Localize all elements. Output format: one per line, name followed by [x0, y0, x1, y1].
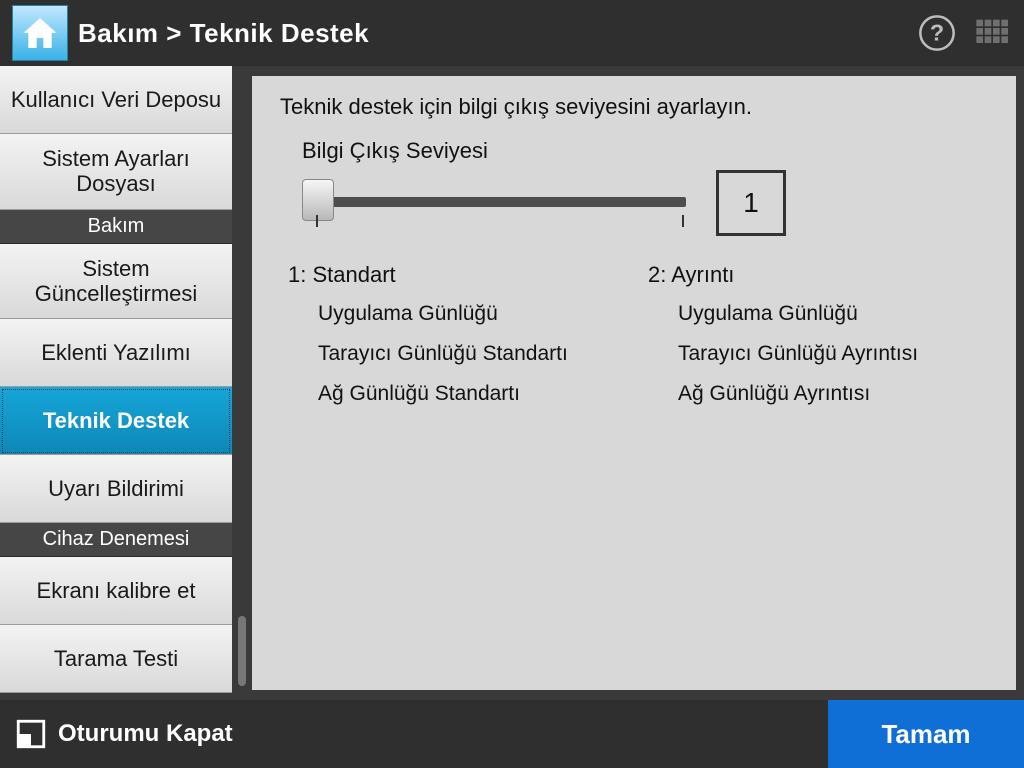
sidebar-header-label: Bakım	[88, 215, 145, 238]
level-1-item: Ağ Günlüğü Standartı	[318, 382, 628, 406]
slider-track	[316, 197, 686, 207]
level-1-column: 1: Standart Uygulama Günlüğü Tarayıcı Gü…	[288, 262, 628, 422]
level-1-title: 1: Standart	[288, 262, 628, 288]
ok-label: Tamam	[881, 719, 970, 750]
app-footer: Oturumu Kapat Tamam	[0, 700, 1024, 768]
sidebar-header-label: Cihaz Denemesi	[43, 528, 190, 551]
logoff-button[interactable]: Oturumu Kapat	[0, 700, 260, 768]
sidebar-item-label: Teknik Destek	[43, 408, 189, 433]
info-level-slider[interactable]	[302, 173, 690, 233]
sidebar-item-label: Kullanıcı Veri Deposu	[11, 87, 221, 112]
slider-tick	[682, 215, 684, 227]
ok-button[interactable]: Tamam	[828, 700, 1024, 768]
home-button[interactable]	[12, 5, 68, 61]
level-1-item: Uygulama Günlüğü	[318, 302, 628, 326]
level-2-item: Tarayıcı Günlüğü Ayrıntısı	[678, 342, 988, 366]
sidebar-item-system-settings-file[interactable]: Sistem Ayarları Dosyası	[0, 134, 232, 210]
main-panel: Teknik destek için bilgi çıkış seviyesin…	[252, 76, 1016, 690]
logoff-label: Oturumu Kapat	[58, 720, 233, 748]
breadcrumb: Bakım > Teknik Destek	[78, 18, 912, 49]
sidebar-item-label: Uyarı Bildirimi	[48, 476, 184, 501]
slider-value: 1	[743, 187, 759, 219]
sidebar-item-tech-support[interactable]: Teknik Destek	[0, 387, 232, 455]
slider-value-box: 1	[716, 170, 786, 236]
sidebar-scrollbar[interactable]	[232, 66, 252, 700]
app-header: Bakım > Teknik Destek ?	[0, 0, 1024, 66]
sidebar-item-label: Eklenti Yazılımı	[41, 340, 191, 365]
home-icon	[20, 13, 60, 53]
sidebar-header-device-test: Cihaz Denemesi	[0, 523, 232, 557]
sidebar-item-alert-notification[interactable]: Uyarı Bildirimi	[0, 455, 232, 523]
sidebar-item-label: Sistem Ayarları Dosyası	[6, 146, 226, 197]
slider-thumb[interactable]	[302, 179, 334, 221]
level-2-item: Uygulama Günlüğü	[678, 302, 988, 326]
keyboard-button[interactable]	[968, 8, 1018, 58]
sidebar-item-calibrate-screen[interactable]: Ekranı kalibre et	[0, 557, 232, 625]
level-2-column: 2: Ayrıntı Uygulama Günlüğü Tarayıcı Gün…	[648, 262, 988, 422]
sidebar-item-scan-test[interactable]: Tarama Testi	[0, 625, 232, 693]
sidebar-item-label: Ekranı kalibre et	[37, 578, 196, 603]
sidebar-item-user-data-store[interactable]: Kullanıcı Veri Deposu	[0, 66, 232, 134]
help-button[interactable]: ?	[912, 8, 962, 58]
sidebar-item-label: Sistem Güncelleştirmesi	[6, 256, 226, 307]
sidebar-item-label: Tarama Testi	[54, 646, 178, 671]
help-icon: ?	[917, 13, 957, 53]
sidebar-item-system-update[interactable]: Sistem Güncelleştirmesi	[0, 244, 232, 320]
sidebar-header-maintenance: Bakım	[0, 210, 232, 244]
slider-tick	[316, 215, 318, 227]
logoff-icon	[14, 717, 48, 751]
slider-label: Bilgi Çıkış Seviyesi	[302, 138, 988, 164]
panel-intro-text: Teknik destek için bilgi çıkış seviyesin…	[280, 94, 988, 120]
keyboard-icon	[973, 13, 1013, 53]
sidebar-item-plugin-software[interactable]: Eklenti Yazılımı	[0, 319, 232, 387]
level-2-item: Ağ Günlüğü Ayrıntısı	[678, 382, 988, 406]
level-2-title: 2: Ayrıntı	[648, 262, 988, 288]
sidebar: Kullanıcı Veri Deposu Sistem Ayarları Do…	[0, 66, 232, 700]
level-1-item: Tarayıcı Günlüğü Standartı	[318, 342, 628, 366]
scrollbar-thumb[interactable]	[238, 616, 246, 686]
svg-text:?: ?	[930, 20, 944, 46]
